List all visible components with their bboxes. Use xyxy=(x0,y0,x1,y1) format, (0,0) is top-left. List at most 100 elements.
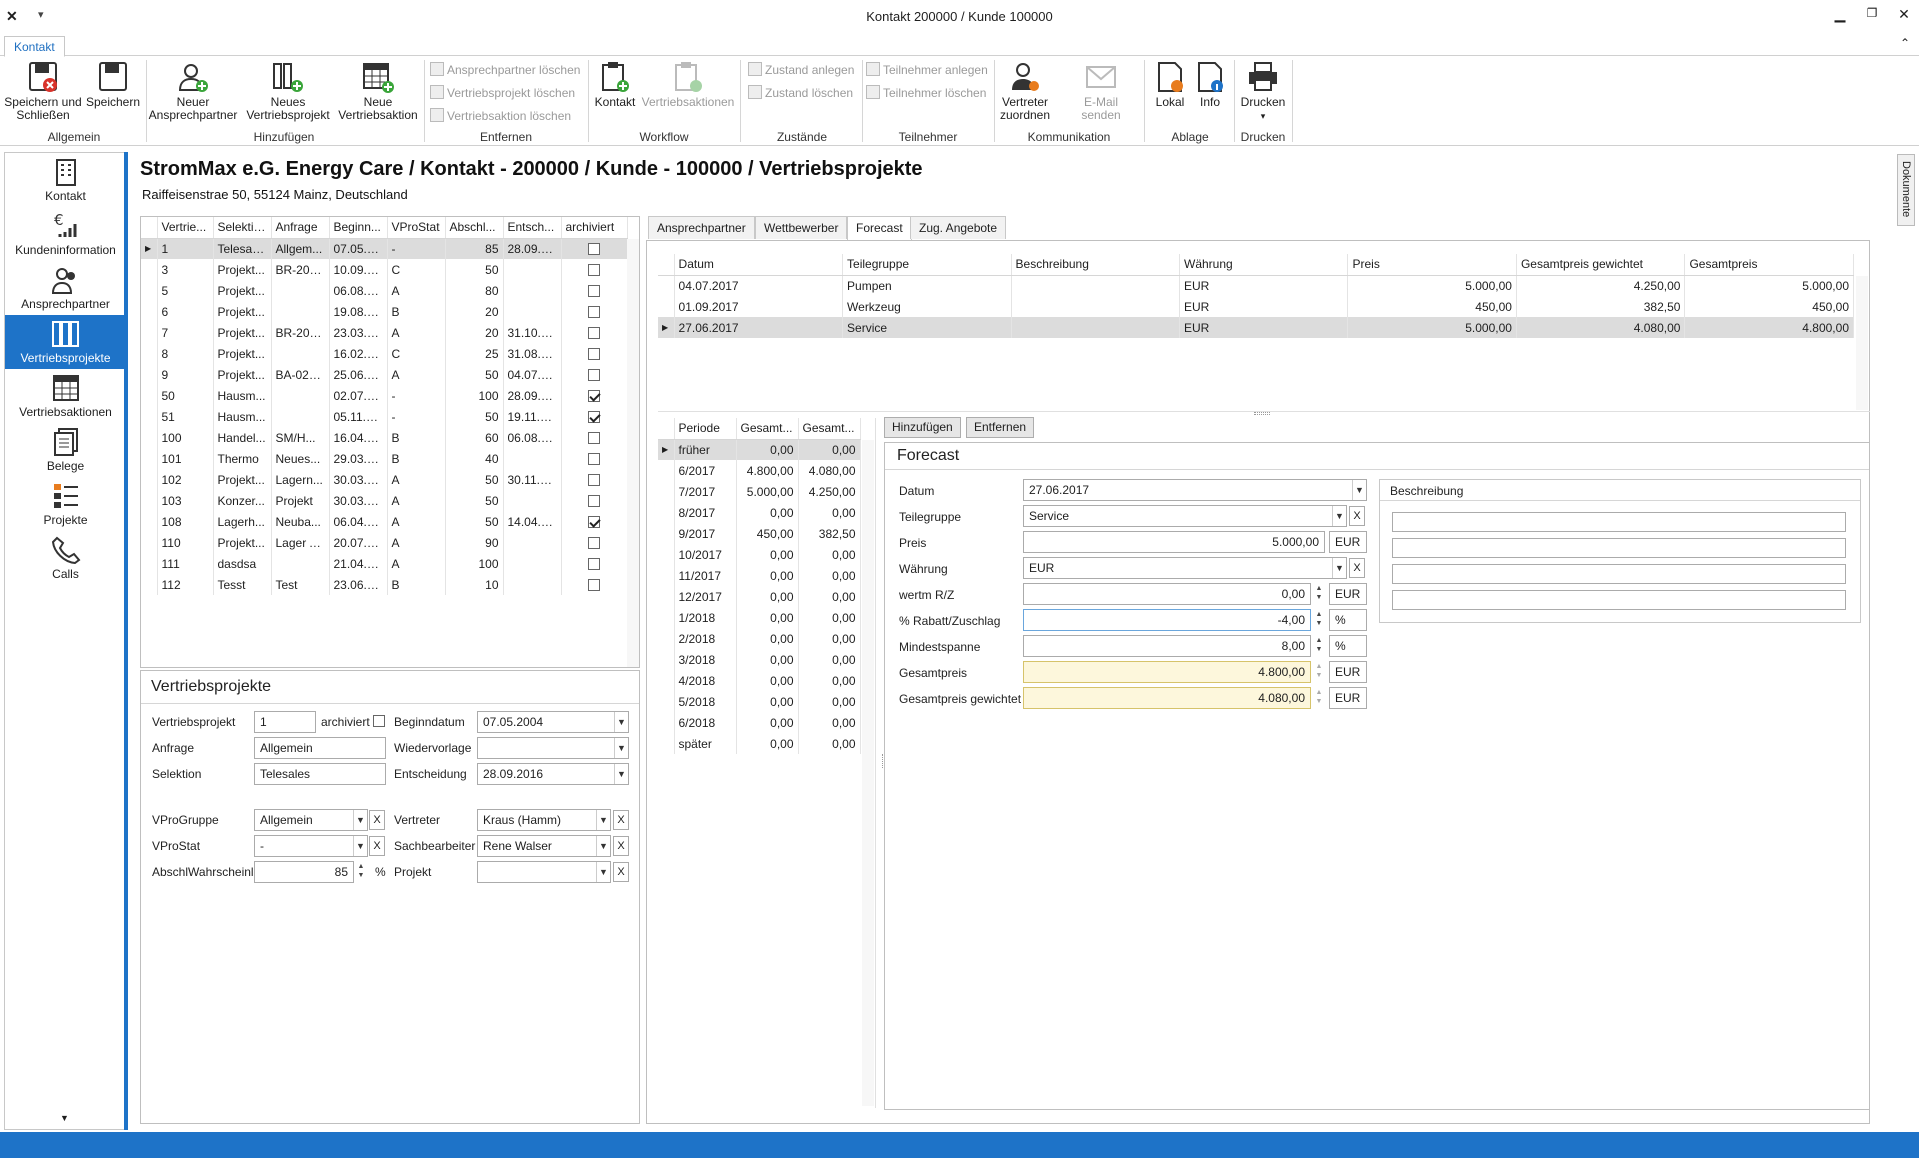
projects-scrollbar[interactable] xyxy=(627,239,639,667)
vertreter-field[interactable]: Kraus (Hamm) ▼ xyxy=(477,809,611,831)
clear-button[interactable]: X xyxy=(1349,506,1365,526)
table-row[interactable]: 8 Projekt... 16.02.2... C 25 31.08.2... xyxy=(141,343,628,364)
col-header[interactable]: VProStat xyxy=(387,217,446,239)
archiviert-cell[interactable] xyxy=(561,238,628,259)
archiviert-cell[interactable] xyxy=(561,490,628,511)
drucken-button[interactable]: Drucken ▾ xyxy=(1236,60,1290,123)
remove-forecast-button[interactable]: Entfernen xyxy=(966,417,1035,438)
abschlusswahrscheinlichkeit-field[interactable]: 85 xyxy=(254,861,354,883)
beschreibung-line-2[interactable] xyxy=(1392,538,1846,558)
new-action-button[interactable]: Neue Vertriebsaktion xyxy=(336,60,420,122)
archiviert-cell[interactable] xyxy=(561,280,628,301)
chevron-down-icon[interactable]: ▼ xyxy=(596,836,610,856)
kontakt-workflow-button[interactable]: Kontakt xyxy=(592,60,638,109)
archiviert-checkbox[interactable] xyxy=(588,305,600,318)
archiviert-checkbox[interactable] xyxy=(588,326,600,339)
add-forecast-button[interactable]: Hinzufügen xyxy=(884,417,961,438)
teilegruppe-field[interactable]: Service ▼ xyxy=(1023,505,1347,527)
archiviert-checkbox[interactable] xyxy=(588,263,600,276)
save-close-button[interactable]: Speichern und Schließen xyxy=(4,60,82,122)
table-row[interactable]: 50 Hausm... 02.07.2... -100 28.09.2... xyxy=(141,385,628,406)
vertical-splitter-handle[interactable] xyxy=(882,754,884,768)
col-header[interactable]: Anfrage xyxy=(271,217,330,239)
table-row[interactable]: 3/2018 0,00 0,00 xyxy=(658,649,861,670)
chevron-down-icon[interactable]: ▼ xyxy=(614,712,628,732)
wiedervorlage-field[interactable]: ▼ xyxy=(477,737,629,759)
nav-item-ansprechpartner[interactable]: Ansprechpartner xyxy=(5,261,126,315)
teilnehmer-anlegen-button[interactable]: Teilnehmer anlegen xyxy=(866,60,988,80)
archiviert-cell[interactable] xyxy=(561,511,628,532)
table-row[interactable]: ▶ 27.06.2017 Service EUR 5.000,00 4.080,00 4.8… xyxy=(658,317,1854,338)
archiviert-cell[interactable] xyxy=(561,301,628,322)
spinner-icon[interactable]: ▲ ▼ xyxy=(1313,688,1325,708)
zustand-anlegen-button[interactable]: Zustand anlegen xyxy=(748,60,854,80)
archiviert-cell[interactable] xyxy=(561,532,628,553)
nav-item-vertriebsaktionen[interactable]: Vertriebsaktionen xyxy=(5,369,126,423)
table-row[interactable]: 103 Konzer... Projekt 30.03.2... A 50 xyxy=(141,490,628,511)
col-header[interactable]: Beschreibung xyxy=(1011,254,1181,276)
col-header[interactable]: Gesamt... xyxy=(798,418,861,440)
archiviert-cell[interactable] xyxy=(561,574,628,595)
archiviert-cell[interactable] xyxy=(561,259,628,280)
spinner-icon[interactable]: ▲ ▼ xyxy=(1313,584,1325,604)
nav-item-belege[interactable]: Belege xyxy=(5,423,126,477)
zustand-loeschen-button[interactable]: Zustand löschen xyxy=(748,83,853,103)
col-header[interactable]: Gesamt... xyxy=(736,418,799,440)
table-row[interactable]: 6/2017 4.800,00 4.080,00 xyxy=(658,460,861,481)
table-row[interactable]: ▶ 1 Telesales Allgem... 07.05.2... -85 28.09.2… xyxy=(141,238,628,259)
tab-zug-angebote[interactable]: Zug. Angebote xyxy=(910,216,1007,239)
archiviert-cell[interactable] xyxy=(561,322,628,343)
spinner-icon[interactable]: ▲ ▼ xyxy=(355,862,367,882)
archiviert-cell[interactable] xyxy=(561,364,628,385)
delete-project-button[interactable]: Vertriebsprojekt löschen xyxy=(430,83,575,103)
selektion-field[interactable]: Telesales xyxy=(254,763,386,785)
spinner-icon[interactable]: ▲ ▼ xyxy=(1313,662,1325,682)
chevron-down-icon[interactable]: ▼ xyxy=(614,738,628,758)
new-project-button[interactable]: Neues Vertriebsprojekt xyxy=(242,60,334,122)
clear-button[interactable]: X xyxy=(1349,558,1365,578)
vertriebsaktionen-workflow-button[interactable]: Vertriebsaktionen xyxy=(640,60,736,109)
beschreibung-line-4[interactable] xyxy=(1392,590,1846,610)
waehrung-field[interactable]: EUR ▼ xyxy=(1023,557,1347,579)
archiviert-cell[interactable] xyxy=(561,385,628,406)
archiviert-checkbox[interactable] xyxy=(588,347,600,360)
col-header[interactable]: Selektion xyxy=(213,217,272,239)
beschreibung-line-1[interactable] xyxy=(1392,512,1846,532)
archiviert-checkbox[interactable] xyxy=(588,578,600,591)
chevron-down-icon[interactable]: ▼ xyxy=(1352,480,1366,500)
col-header[interactable]: Abschl... xyxy=(445,217,504,239)
nav-item-projekte[interactable]: Projekte xyxy=(5,477,126,531)
projekt-field[interactable]: ▼ xyxy=(477,861,611,883)
chevron-down-icon[interactable]: ▼ xyxy=(353,810,367,830)
vprogruppe-field[interactable]: Allgemein ▼ xyxy=(254,809,368,831)
rabatt-zuschlag-field[interactable]: -4,00 xyxy=(1023,609,1311,631)
col-header[interactable]: Beginn... xyxy=(329,217,388,239)
archiviert-cell[interactable] xyxy=(561,406,628,427)
archiviert-cell[interactable] xyxy=(561,427,628,448)
col-header[interactable]: Datum xyxy=(674,254,844,276)
entscheidung-field[interactable]: 28.09.2016 ▼ xyxy=(477,763,629,785)
table-row[interactable]: 6 Projekt... 19.08.2... B 20 xyxy=(141,301,628,322)
table-row[interactable]: später 0,00 0,00 xyxy=(658,733,861,754)
archiviert-checkbox[interactable] xyxy=(588,557,600,570)
table-row[interactable]: 108 Lagerh... Neuba... 06.04.2... A 50 14.04.2… xyxy=(141,511,628,532)
table-row[interactable]: 4/2018 0,00 0,00 xyxy=(658,670,861,691)
col-header[interactable]: Teilegruppe xyxy=(842,254,1012,276)
archiviert-checkbox[interactable] xyxy=(588,494,600,507)
nav-item-vertriebsprojekte[interactable]: Vertriebsprojekte xyxy=(5,315,126,369)
clear-button[interactable]: X xyxy=(613,810,629,830)
table-row[interactable]: 51 Hausm... 05.11.2... -50 19.11.2... xyxy=(141,406,628,427)
archiviert-checkbox[interactable] xyxy=(588,431,600,444)
col-header[interactable]: archiviert xyxy=(561,217,628,239)
table-row[interactable]: 2/2018 0,00 0,00 xyxy=(658,628,861,649)
table-row[interactable]: 3 Projekt... BR-200... 10.09.2... C 50 xyxy=(141,259,628,280)
anfrage-field[interactable]: Allgemein xyxy=(254,737,386,759)
table-row[interactable]: 112 Tesst Test 23.06.2... B 10 xyxy=(141,574,628,595)
vertriebsprojekt-field[interactable]: 1 xyxy=(254,711,316,733)
table-row[interactable]: 9/2017 450,00 382,50 xyxy=(658,523,861,544)
table-row[interactable]: 9 Projekt... BA-023... 25.06.2... A 50 04.07.2… xyxy=(141,364,628,385)
delete-contact-button[interactable]: Ansprechpartner löschen xyxy=(430,60,580,80)
table-row[interactable]: 11/2017 0,00 0,00 xyxy=(658,565,861,586)
chevron-down-icon[interactable]: ▼ xyxy=(1332,506,1346,526)
archiviert-checkbox[interactable] xyxy=(588,410,600,423)
